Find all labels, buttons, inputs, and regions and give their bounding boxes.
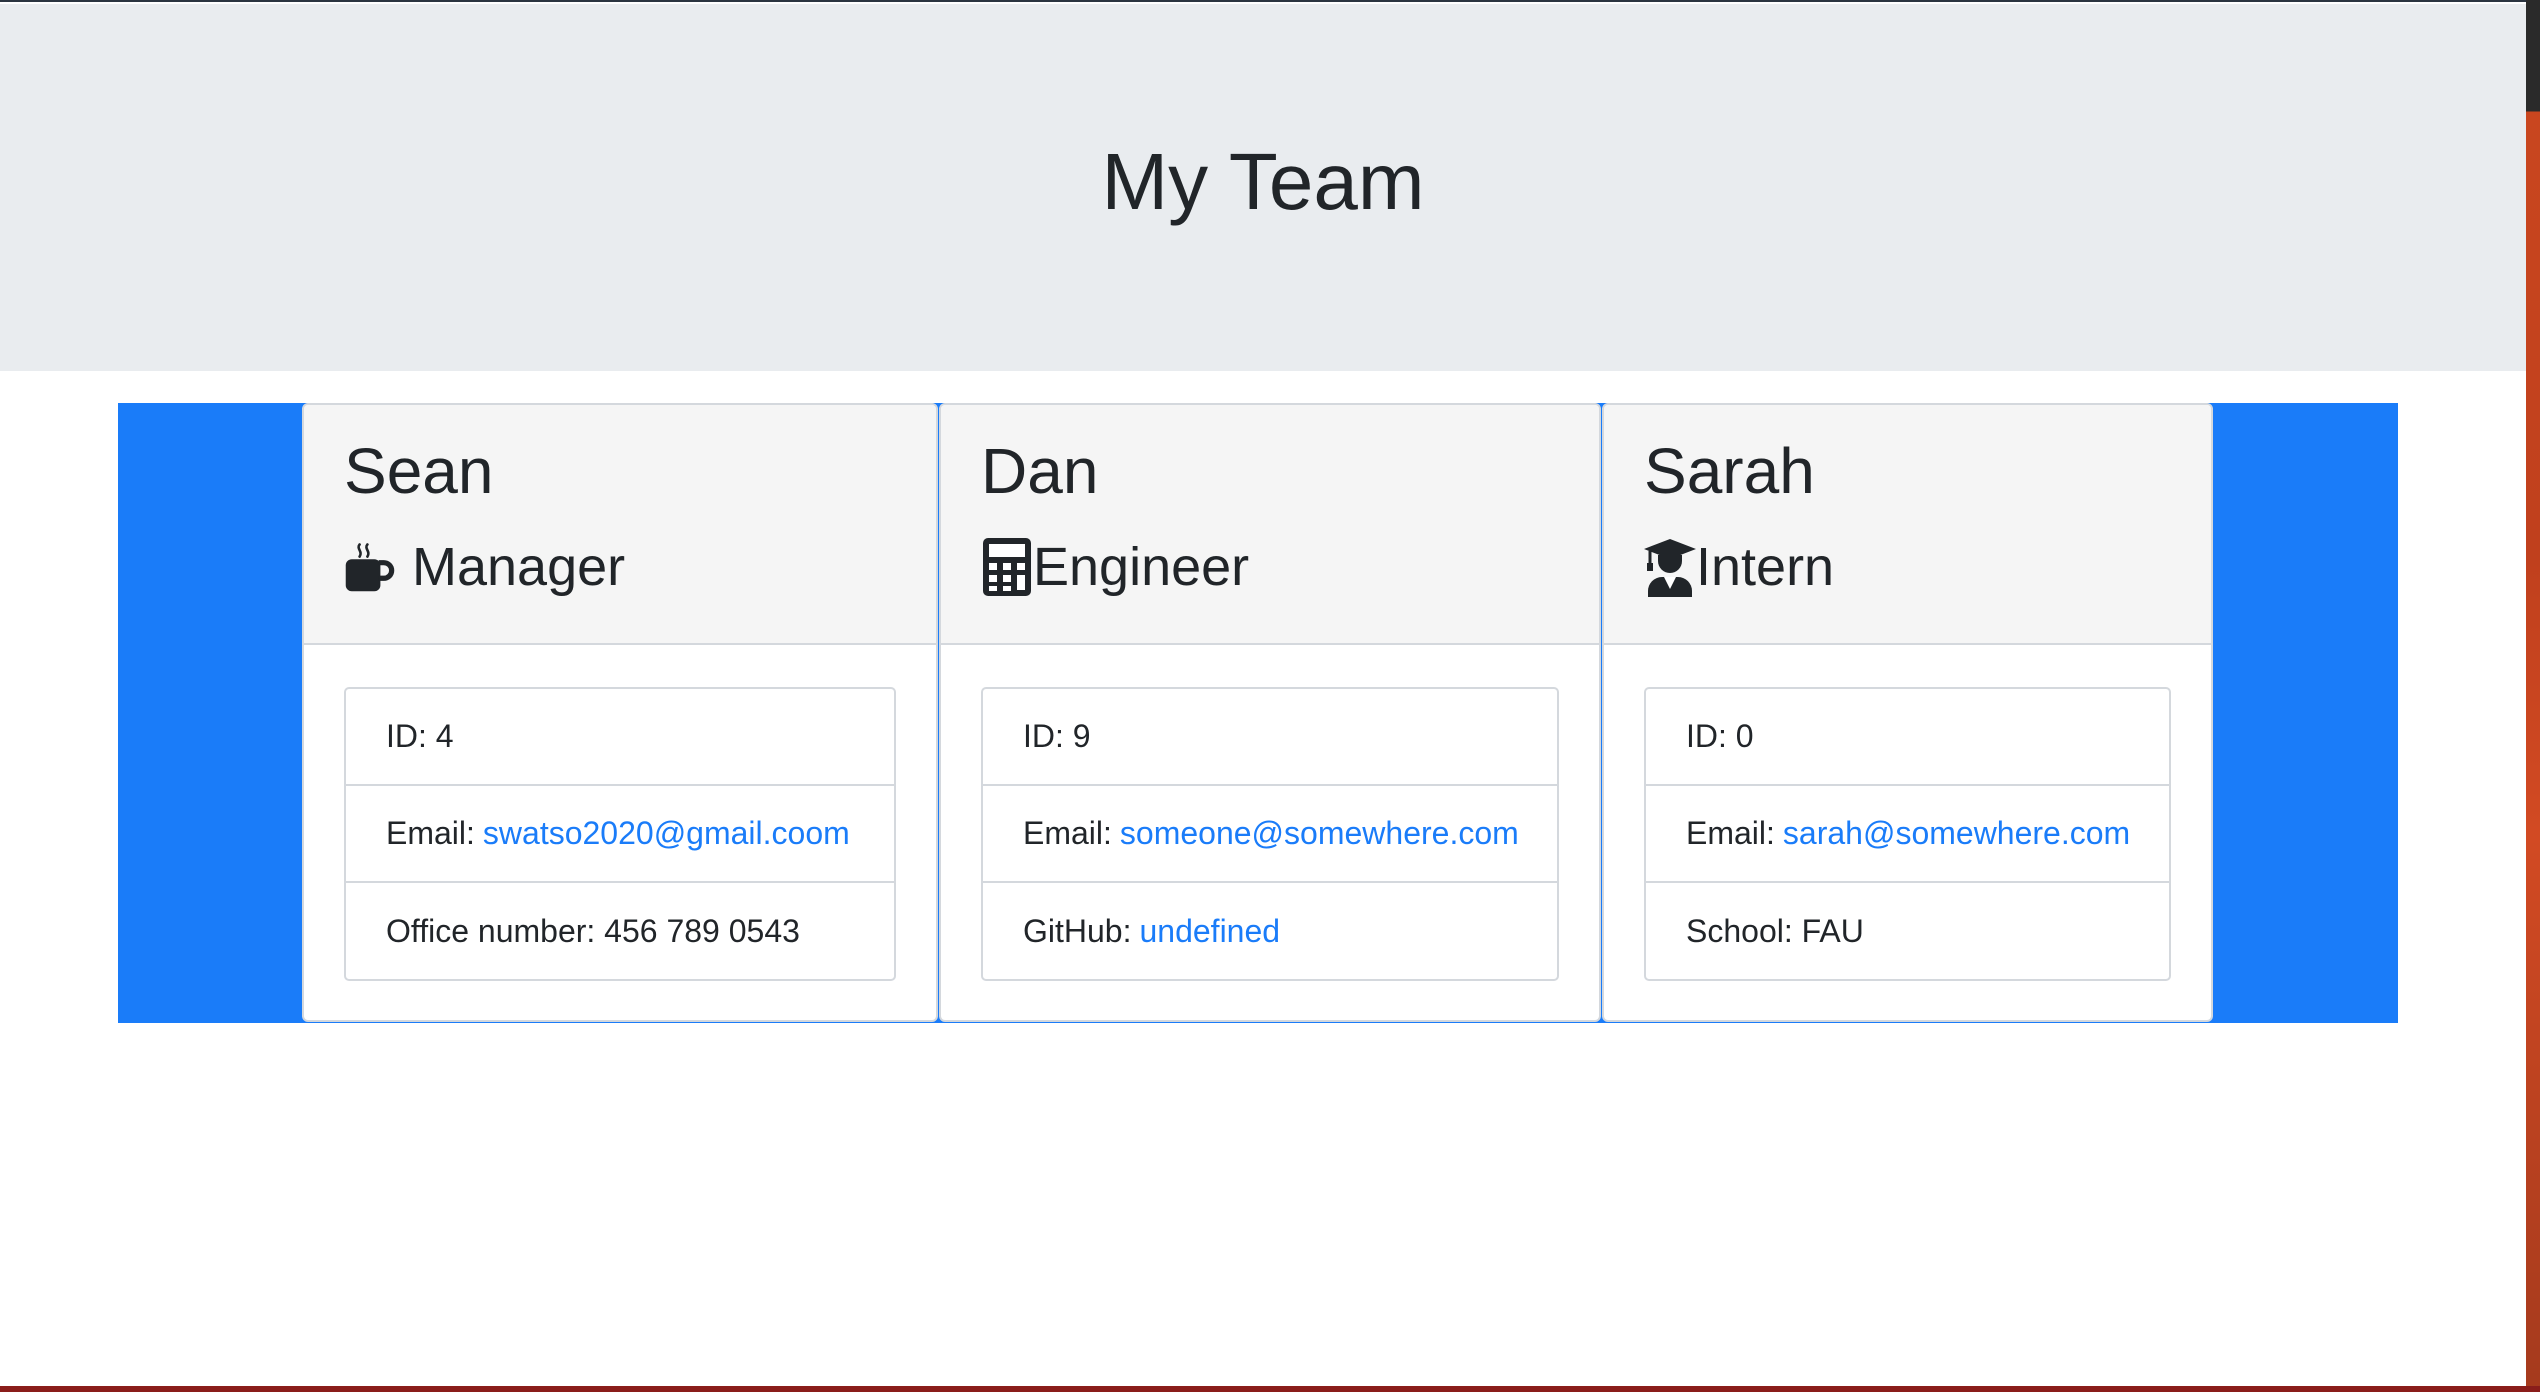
card-header: Sarah Intern bbox=[1604, 405, 2211, 645]
id-text: ID: 9 bbox=[1023, 718, 1091, 754]
email-item: Email: swatso2020@gmail.coom bbox=[346, 786, 894, 883]
calculator-icon bbox=[981, 537, 1033, 597]
employee-name: Dan bbox=[981, 435, 1099, 507]
role-label: Intern bbox=[1696, 537, 1835, 597]
card-header: Sean Manager bbox=[304, 405, 936, 645]
jumbotron-header: My Team bbox=[0, 4, 2526, 371]
email-link[interactable]: sarah@somewhere.com bbox=[1783, 815, 2130, 852]
id-text: ID: 0 bbox=[1686, 718, 1754, 754]
employee-card-manager: Sean Manager ID: 4 Email: swatso2020@gma… bbox=[302, 403, 938, 1022]
email-item: Email: sarah@somewhere.com bbox=[1646, 786, 2169, 883]
office-number-text: Office number: 456 789 0543 bbox=[386, 913, 800, 949]
email-item: Email: someone@somewhere.com bbox=[983, 786, 1557, 883]
employee-role: Engineer bbox=[981, 527, 1249, 607]
email-label: Email: bbox=[386, 815, 475, 851]
employee-card-engineer: Dan Engineer ID: 9 Email: someone@somewh… bbox=[939, 403, 1601, 1022]
office-number-item: Office number: 456 789 0543 bbox=[346, 883, 894, 980]
card-header: Dan Engineer bbox=[941, 405, 1599, 645]
employee-name: Sean bbox=[344, 435, 494, 507]
coffee-mug-icon bbox=[344, 537, 396, 597]
id-item: ID: 4 bbox=[346, 689, 894, 786]
window-edge-bottom bbox=[0, 1386, 2540, 1392]
id-text: ID: 4 bbox=[386, 718, 454, 754]
github-link[interactable]: undefined bbox=[1139, 913, 1280, 950]
github-label: GitHub: bbox=[1023, 913, 1132, 949]
employee-name: Sarah bbox=[1644, 435, 1815, 507]
info-list: ID: 9 Email: someone@somewhere.com GitHu… bbox=[981, 687, 1559, 981]
email-label: Email: bbox=[1023, 815, 1112, 851]
email-label: Email: bbox=[1686, 815, 1775, 851]
page: My Team Sean Manager ID: 4 Email: swatso… bbox=[0, 0, 2526, 1388]
github-item: GitHub: undefined bbox=[983, 883, 1557, 980]
role-label: Manager bbox=[412, 537, 626, 597]
employee-role: Intern bbox=[1644, 527, 1834, 607]
info-list: ID: 4 Email: swatso2020@gmail.coom Offic… bbox=[344, 687, 896, 981]
window-edge-right bbox=[2526, 0, 2540, 1392]
id-item: ID: 9 bbox=[983, 689, 1557, 786]
school-item: School: FAU bbox=[1646, 883, 2169, 980]
email-link[interactable]: someone@somewhere.com bbox=[1120, 815, 1519, 852]
info-list: ID: 0 Email: sarah@somewhere.com School:… bbox=[1644, 687, 2171, 981]
graduate-icon bbox=[1644, 537, 1696, 597]
employee-card-intern: Sarah Intern ID: 0 Email: sarah@somewher… bbox=[1602, 403, 2213, 1022]
email-link[interactable]: swatso2020@gmail.coom bbox=[483, 815, 850, 852]
page-title: My Team bbox=[1101, 137, 1425, 226]
school-text: School: FAU bbox=[1686, 913, 1864, 949]
employee-role: Manager bbox=[344, 527, 625, 607]
role-label: Engineer bbox=[1033, 537, 1250, 597]
id-item: ID: 0 bbox=[1646, 689, 2169, 786]
